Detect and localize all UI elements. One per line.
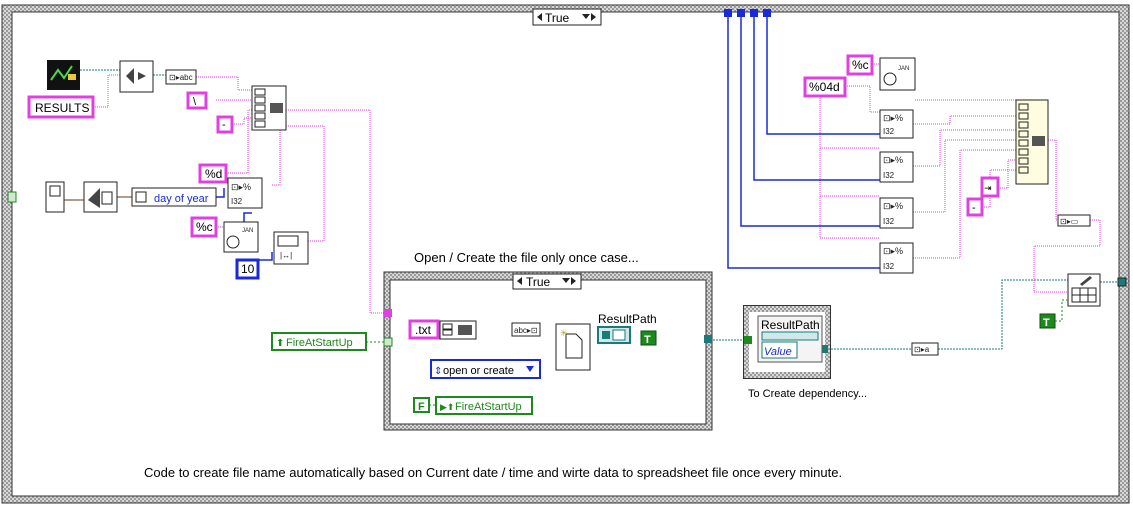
get-datetime-node[interactable] [45,181,65,213]
backslash-constant[interactable]: \ [186,91,208,110]
fmt-c-constant-2[interactable]: %c [846,54,874,76]
dash-constant[interactable]: - [216,115,234,134]
svg-text:%c: %c [852,58,869,72]
day-of-year-label: day of year [154,193,209,205]
svg-text:⊡▸%: ⊡▸% [231,182,251,192]
path-to-string-node-2[interactable]: ⊡▸a [911,342,939,356]
svg-text:⊡▸%: ⊡▸% [883,155,903,165]
fmt-d-constant[interactable]: %d [198,163,228,184]
svg-text:⇥: ⇥ [984,183,992,193]
fire-at-startup-local-inner[interactable]: ▶⬆ FireAtStartUp [435,396,533,415]
svg-text:⇕: ⇕ [434,366,442,377]
open-create-file-node[interactable]: ✳ [555,323,591,371]
property-node-value: Value [764,346,792,358]
ten-constant[interactable]: 10 [235,258,260,280]
format-value-node-1[interactable]: ⊡▸% I32 [227,177,263,209]
svg-text:F: F [418,401,425,413]
svg-text:FireAtStartUp: FireAtStartUp [455,401,522,413]
build-array-node[interactable]: ⊡▸▭ [1057,214,1091,227]
svg-text:▶⬆: ▶⬆ [440,402,454,412]
inner-case-selector[interactable]: True [512,273,582,290]
svg-text:open or create: open or create [443,365,514,377]
svg-text:-: - [972,202,976,214]
true-constant-inner[interactable]: T [640,330,657,346]
strip-path-node[interactable] [119,60,154,93]
format-value-node-hour[interactable]: ⊡▸% I32 [879,242,914,274]
format-value-node-year[interactable]: ⊡▸% I32 [879,109,914,139]
svg-text:⊡▸%: ⊡▸% [883,246,903,256]
right-tunnel [1117,277,1127,287]
svg-text:I32: I32 [231,197,243,206]
svg-text:⊡▸abc: ⊡▸abc [169,73,193,82]
svg-text:abc▸⊡: abc▸⊡ [514,326,538,335]
svg-text:FireAtStartUp: FireAtStartUp [286,337,353,349]
dependency-caption: To Create dependency... [748,388,867,400]
tab-constant[interactable]: ⇥ [980,176,1000,198]
block-diagram: True RESULTS ⊡▸abc \ - %d ⊡▸% I32 day of… [1,4,1130,504]
format-datetime-node-1[interactable]: JAN [223,221,259,253]
dash-constant-2[interactable]: - [966,197,984,217]
txt-constant[interactable]: .txt [408,319,440,340]
result-path-label: ResultPath [598,312,657,326]
svg-text:⊡▸a: ⊡▸a [914,345,930,354]
concatenate-strings-node-2[interactable] [439,320,477,340]
inner-boolean-tunnel [383,337,393,347]
svg-text:⬆: ⬆ [276,338,284,349]
svg-text:JAN: JAN [242,228,253,234]
svg-text:JAN: JAN [898,66,909,72]
false-constant-inner[interactable]: F [413,397,430,413]
format-datetime-node-2[interactable]: JAN [879,57,916,91]
svg-text:I32: I32 [883,262,895,271]
inner-case-caption: Open / Create the file only once case... [414,250,639,265]
svg-text:⊡▸▭: ⊡▸▭ [1060,217,1078,226]
svg-text:%04d: %04d [809,80,840,94]
format-value-node-day[interactable]: ⊡▸% I32 [879,197,914,229]
svg-text:RESULTS: RESULTS [35,101,89,115]
left-boolean-tunnel [7,191,17,203]
result-path-indicator[interactable] [597,326,631,344]
svg-text:|↔|: |↔| [280,251,292,260]
svg-text:I32: I32 [883,171,895,180]
open-or-create-enum[interactable]: ⇕ open or create [430,359,541,379]
sequence-input-tunnel [744,336,752,344]
concatenate-strings-node-1[interactable] [251,85,287,131]
app-icon-node[interactable] [47,60,80,90]
svg-text:.txt: .txt [415,323,432,337]
svg-text:10: 10 [241,262,255,276]
inner-string-tunnel [384,309,392,317]
true-constant-right[interactable]: T [1039,313,1056,329]
string-subset-node[interactable]: |↔| [273,231,309,265]
property-node-title: ResultPath [761,318,820,332]
svg-text:I32: I32 [883,127,895,136]
write-spreadsheet-node[interactable] [1067,273,1101,307]
day-of-year-unbundle[interactable]: day of year [131,187,217,207]
concatenate-strings-node-3[interactable] [1015,99,1049,185]
svg-text:-: - [222,119,226,131]
results-constant[interactable]: RESULTS [27,95,95,119]
fmt-04d-constant[interactable]: %04d [803,76,847,98]
footer-comment: Code to create file name automatically b… [144,465,842,480]
svg-text:I32: I32 [883,217,895,226]
fmt-c-constant-1[interactable]: %c [190,216,218,238]
svg-text:✳: ✳ [560,328,568,338]
inner-case-structure[interactable] [383,271,713,431]
inner-output-tunnel [704,335,712,343]
path-to-string-node[interactable]: ⊡▸abc [165,69,197,85]
format-value-node-month[interactable]: ⊡▸% I32 [879,151,914,183]
property-node[interactable]: ResultPath Value [757,315,823,363]
outer-case-selector[interactable]: True [532,8,602,26]
svg-text:%d: %d [205,167,222,181]
svg-text:%c: %c [196,220,213,234]
datetime-to-record-node[interactable] [83,181,118,213]
string-to-path-node[interactable]: abc▸⊡ [511,322,541,337]
svg-text:⊡▸%: ⊡▸% [883,113,903,123]
svg-text:T: T [644,334,651,346]
outer-case-selector-label: True [545,11,570,25]
svg-text:⊡▸%: ⊡▸% [883,201,903,211]
inner-case-selector-label: True [526,275,551,289]
svg-text:T: T [1043,317,1050,329]
fire-at-startup-local-outer[interactable]: ⬆ FireAtStartUp [271,332,367,351]
